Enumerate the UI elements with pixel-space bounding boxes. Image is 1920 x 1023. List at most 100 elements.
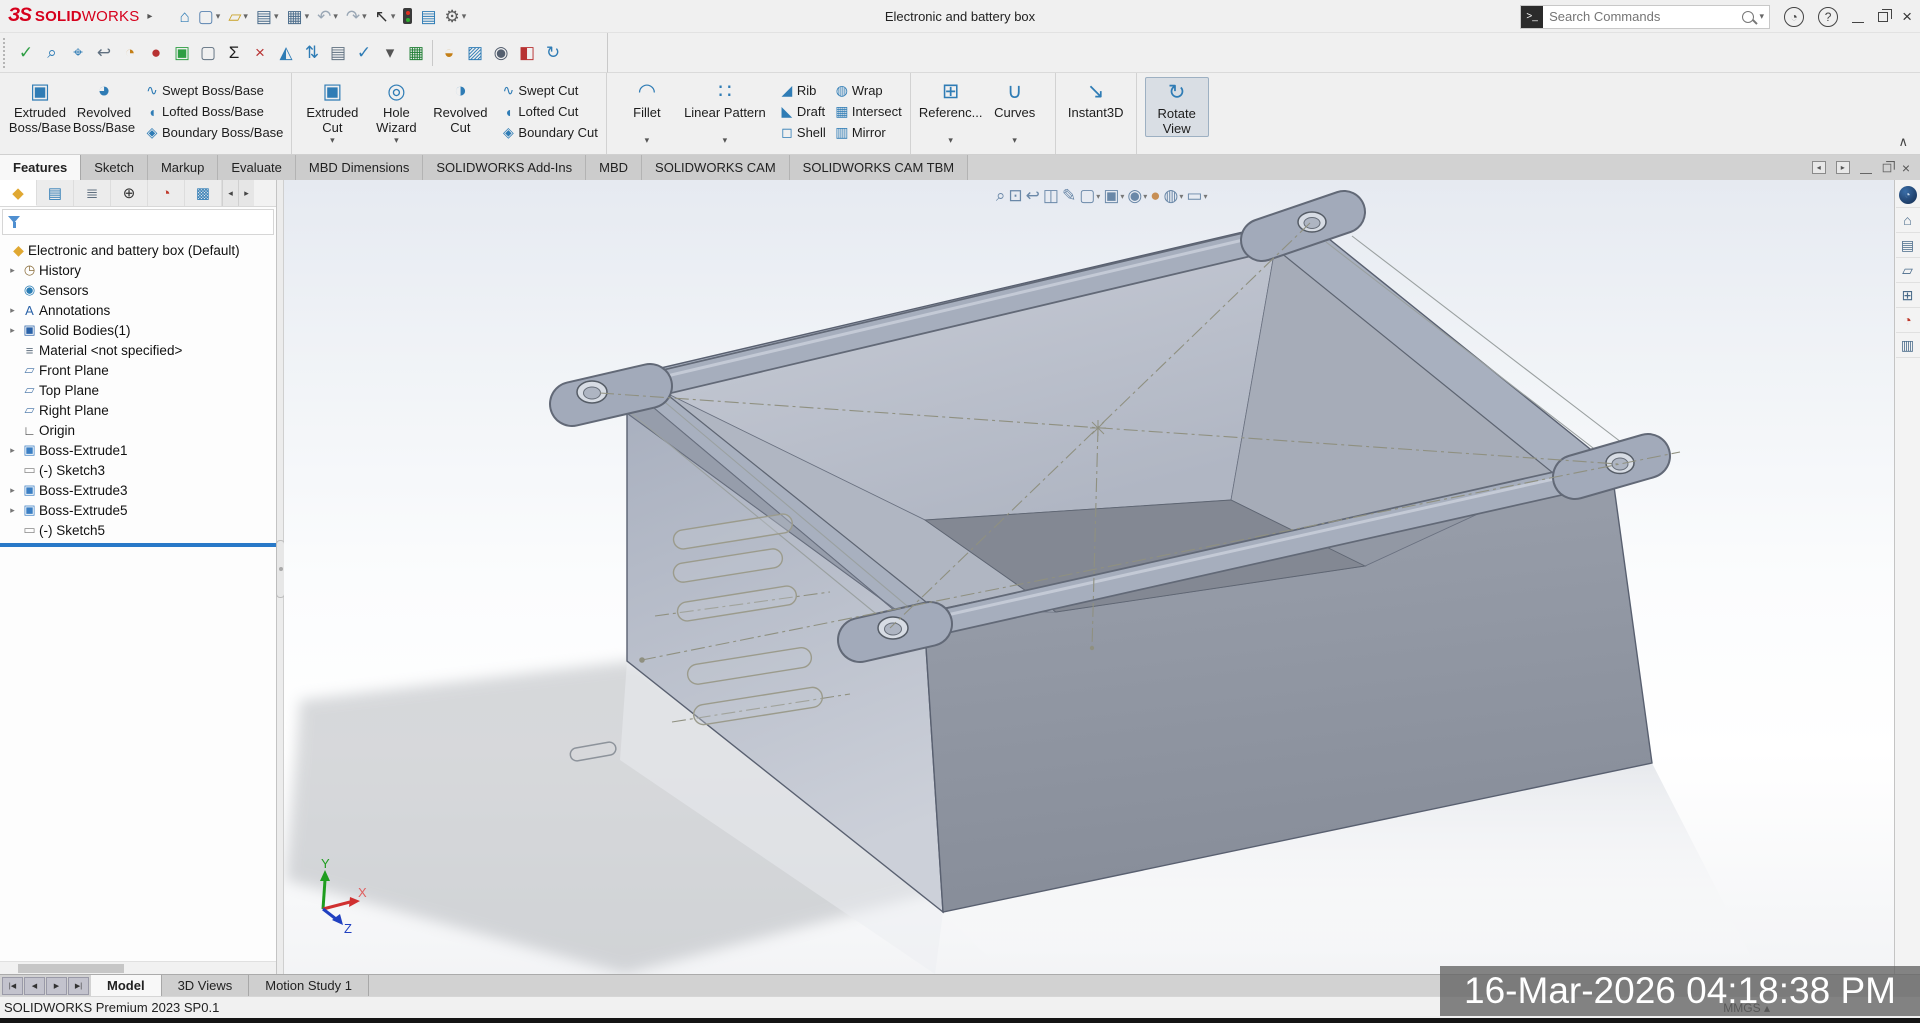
spell-checker-icon[interactable]: ✓ <box>13 39 39 67</box>
options-button[interactable]: ⚙▾ <box>442 3 470 29</box>
apply-scene-button[interactable]: ◍▾ <box>1164 186 1184 206</box>
previous-view-button[interactable]: ↩ <box>1026 186 1040 206</box>
tab-markup[interactable]: Markup <box>148 155 218 180</box>
design-checker-button[interactable] <box>400 3 415 29</box>
property-manager-tab[interactable]: ▤ <box>37 180 74 206</box>
file-explorer-button[interactable]: ▱ <box>1896 258 1920 283</box>
compare-documents-icon[interactable]: ▤ <box>325 39 351 67</box>
tab-solidworks-cam-tbm[interactable]: SOLIDWORKS CAM TBM <box>790 155 968 180</box>
equations-icon[interactable]: Σ <box>221 39 247 67</box>
tree-item-solid-bodies[interactable]: ▸▣Solid Bodies(1) <box>0 320 276 340</box>
window-restore-button[interactable] <box>1878 12 1888 22</box>
expand-arrow-icon[interactable]: ▸ <box>5 445 20 456</box>
tree-item-right-plane[interactable]: ▱Right Plane <box>0 400 276 420</box>
edit-appearance-button[interactable]: ● <box>1150 186 1160 206</box>
extruded-boss-base-button[interactable]: ▣ ExtrudedBoss/Base <box>8 77 72 135</box>
tab-motion-study-1[interactable]: Motion Study 1 <box>249 975 369 996</box>
hide-show-items-button[interactable]: ◉▾ <box>1127 186 1147 206</box>
panel-splitter[interactable] <box>277 180 284 974</box>
tree-item-sketch3[interactable]: ▭(-) Sketch3 <box>0 460 276 480</box>
mirror-button[interactable]: ▥Mirror <box>832 122 902 143</box>
scroll-first-button[interactable]: |◀ <box>2 977 23 995</box>
display-manager-tab[interactable]: ◔ <box>148 180 185 206</box>
open-document-button[interactable]: ▱▾ <box>225 3 251 29</box>
verification-tool-icon[interactable]: ◉ <box>488 39 514 67</box>
swept-cut-button[interactable]: ∿Swept Cut <box>498 80 598 101</box>
undercut-analysis-icon[interactable]: ⇅ <box>299 39 325 67</box>
tree-item-boss-extrude1[interactable]: ▸▣Boss-Extrude1 <box>0 440 276 460</box>
panel-tabs-scroll-right[interactable]: ▸ <box>238 180 254 206</box>
appearance-tool-icon[interactable]: ◒ <box>436 39 462 67</box>
tree-item-boss-extrude3[interactable]: ▸▣Boss-Extrude3 <box>0 480 276 500</box>
toolbar-grip[interactable] <box>3 38 9 68</box>
collapse-left-pane-button[interactable]: ◂ <box>1812 161 1826 174</box>
tab-mbd-dimensions[interactable]: MBD Dimensions <box>296 155 423 180</box>
boundary-cut-button[interactable]: ◈Boundary Cut <box>498 122 598 143</box>
measure-icon[interactable]: ⌕ <box>39 39 65 67</box>
select-tool-button[interactable]: ↖▾ <box>372 3 399 29</box>
logo-flyout-icon[interactable]: ▸ <box>147 11 152 22</box>
document-minimize-button[interactable] <box>1860 162 1872 174</box>
display-style-button[interactable]: ▣▾ <box>1103 186 1124 206</box>
pattern-tool-icon[interactable]: ▨ <box>462 39 488 67</box>
expand-arrow-icon[interactable]: ▸ <box>5 265 20 276</box>
extruded-cut-button[interactable]: ▣ ExtrudedCut ▾ <box>300 77 364 145</box>
tree-item-top-plane[interactable]: ▱Top Plane <box>0 380 276 400</box>
chevron-down-icon[interactable]: ▾ <box>645 135 650 145</box>
view-palette-button[interactable]: ⊞ <box>1896 283 1920 308</box>
home-button[interactable]: ⌂ <box>176 3 192 29</box>
deviation-analysis-icon[interactable]: × <box>247 39 273 67</box>
draft-button[interactable]: ◣Draft <box>777 101 826 122</box>
tree-item-front-plane[interactable]: ▱Front Plane <box>0 360 276 380</box>
fillet-button[interactable]: ◠ Fillet ▾ <box>615 77 679 145</box>
tab-evaluate[interactable]: Evaluate <box>218 155 296 180</box>
expand-arrow-icon[interactable]: ▸ <box>5 305 20 316</box>
zoom-to-fit-button[interactable]: ⌕ <box>996 186 1006 206</box>
new-document-button[interactable]: ▢▾ <box>195 3 224 29</box>
chevron-down-icon[interactable]: ▾ <box>394 135 399 145</box>
rollback-bar[interactable] <box>0 543 276 547</box>
search-input[interactable] <box>1549 9 1741 24</box>
document-restore-button[interactable] <box>1883 163 1892 172</box>
intersect-button[interactable]: ▦Intersect <box>832 101 902 122</box>
view-settings-button[interactable]: ▭▾ <box>1186 186 1207 206</box>
window-close-button[interactable]: × <box>1902 8 1912 25</box>
scroll-prev-button[interactable]: ◀ <box>24 977 45 995</box>
tab-solidworks-addins[interactable]: SOLIDWORKS Add-Ins <box>423 155 586 180</box>
redo-button[interactable]: ↷▾ <box>343 3 370 29</box>
curves-button[interactable]: ∪ Curves ▾ <box>983 77 1047 145</box>
tree-item-annotations[interactable]: ▸AAnnotations <box>0 300 276 320</box>
dimxpert-manager-tab[interactable]: ⊕ <box>111 180 148 206</box>
design-checker-icon[interactable]: ✓ <box>351 39 377 67</box>
performance-evaluation-icon[interactable]: ◔ <box>117 39 143 67</box>
rib-button[interactable]: ◢Rib <box>777 80 826 101</box>
rotate-view-button[interactable]: ↻ RotateView <box>1145 77 1209 137</box>
mass-properties-icon[interactable]: ⌖ <box>65 39 91 67</box>
tree-item-sketch5[interactable]: ▭(-) Sketch5 <box>0 520 276 540</box>
section-properties-icon[interactable]: ↩ <box>91 39 117 67</box>
design-library-button[interactable]: ▤ <box>1896 233 1920 258</box>
chevron-down-icon[interactable]: ▾ <box>330 135 335 145</box>
3d-model-electronic-battery-box[interactable]: Y X Z <box>284 180 1894 974</box>
file-properties-button[interactable]: ▤ <box>417 3 439 29</box>
collapse-right-pane-button[interactable]: ▸ <box>1836 161 1850 174</box>
tree-horizontal-scrollbar[interactable] <box>0 961 276 974</box>
chevron-down-icon[interactable]: ▾ <box>723 135 728 145</box>
scroll-next-button[interactable]: ▶ <box>46 977 67 995</box>
linear-pattern-button[interactable]: ∷ Linear Pattern ▾ <box>679 77 771 145</box>
annotation-views-button[interactable]: ✎ <box>1062 186 1076 206</box>
expand-arrow-icon[interactable]: ▸ <box>5 325 20 336</box>
tree-item-sensors[interactable]: ◉Sensors <box>0 280 276 300</box>
chevron-down-icon[interactable]: ▾ <box>948 135 953 145</box>
scroll-last-button[interactable]: ▶| <box>68 977 89 995</box>
reference-geometry-button[interactable]: ⊞ Referenc... ▾ <box>919 77 983 145</box>
print-button[interactable]: ▦▾ <box>284 3 313 29</box>
toolbar-flyout-icon[interactable]: ▾ <box>377 39 403 67</box>
tree-item-material[interactable]: ≡Material <not specified> <box>0 340 276 360</box>
view-orientation-button[interactable]: ▢▾ <box>1079 186 1100 206</box>
tab-model[interactable]: Model <box>91 975 162 996</box>
draft-analysis-icon[interactable]: ◭ <box>273 39 299 67</box>
compare-tool-icon[interactable]: ◧ <box>514 39 540 67</box>
cam-tree-tab[interactable]: ▩ <box>185 180 222 206</box>
tree-item-boss-extrude5[interactable]: ▸▣Boss-Extrude5 <box>0 500 276 520</box>
